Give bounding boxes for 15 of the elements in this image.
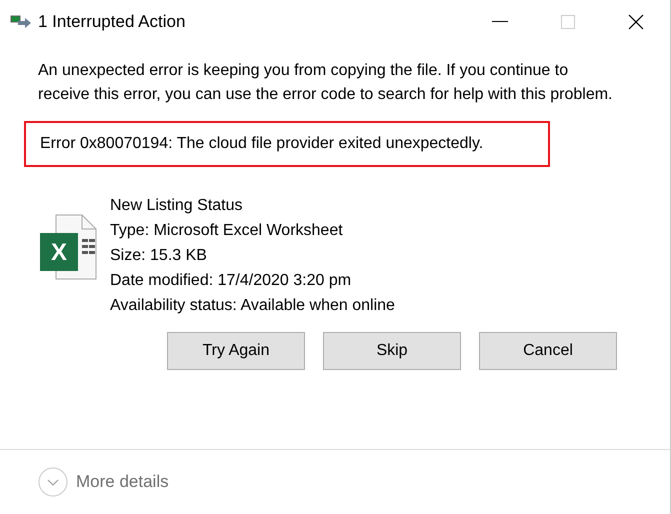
- copy-icon: [10, 14, 32, 28]
- dialog-button[interactable]: Cancel: [479, 332, 617, 370]
- minimize-icon[interactable]: [492, 20, 508, 22]
- file-detail: Size: 15.3 KB: [110, 246, 208, 266]
- file-detail: Date modified: 17/4/2020 3:20 pm: [110, 271, 352, 291]
- file-detail: New Listing Status: [110, 196, 244, 216]
- window-title: 1 Interrupted Action: [38, 12, 186, 32]
- close-icon[interactable]: [628, 14, 644, 30]
- error-code: Error 0x80070194: The cloud file provider exited unexpectedly.: [24, 121, 550, 167]
- more-details-link[interactable]: More details: [76, 472, 169, 492]
- dialog-button[interactable]: Skip: [323, 332, 461, 370]
- dialog-button[interactable]: Try Again: [167, 332, 305, 370]
- file-detail: Type: Microsoft Excel Worksheet: [110, 221, 344, 241]
- file-detail: Availability status: Available when online: [110, 296, 395, 316]
- error-message: An unexpected error is keeping you from copying the file. If you continue to receive this error, you can use the error code to search for help with this problem.: [38, 61, 614, 105]
